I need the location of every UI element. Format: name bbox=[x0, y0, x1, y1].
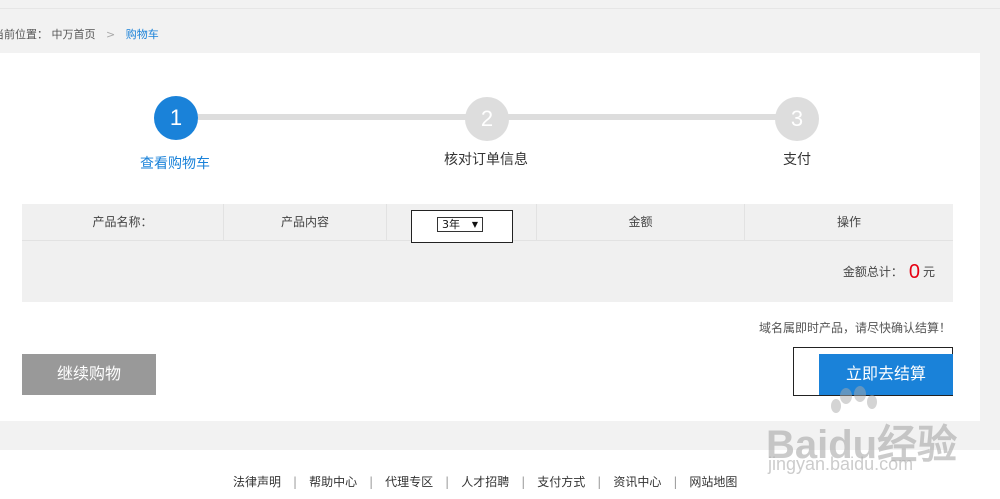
step-2-label: 核对订单信息 bbox=[444, 152, 528, 168]
footer-separator: | bbox=[597, 475, 602, 489]
year-select-value: 3年 bbox=[442, 218, 460, 231]
total-unit: 元 bbox=[922, 265, 935, 279]
total-label: 金额总计： bbox=[842, 265, 903, 279]
step-3-label: 支付 bbox=[783, 152, 811, 168]
footer-link-agent[interactable]: 代理专区 bbox=[385, 475, 433, 489]
footer-link-jobs[interactable]: 人才招聘 bbox=[461, 475, 509, 489]
year-select-highlight: 3年 ▼ bbox=[411, 210, 513, 243]
footer-link-legal[interactable]: 法律声明 bbox=[233, 475, 281, 489]
year-select[interactable]: 3年 ▼ bbox=[437, 217, 483, 232]
step-connector-2 bbox=[508, 114, 780, 120]
footer-separator: | bbox=[369, 475, 374, 489]
top-bar bbox=[0, 0, 1000, 9]
footer-link-news[interactable]: 资讯中心 bbox=[613, 475, 661, 489]
footer-links: 法律声明 | 帮助中心 | 代理专区 | 人才招聘 | 支付方式 | 资讯中心 | 网站地图 bbox=[233, 473, 737, 490]
baidu-jingyan-watermark: Baidu经验 jingyan.baidu.com bbox=[766, 386, 966, 486]
footer-separator: | bbox=[673, 475, 678, 489]
breadcrumb-current: 购物车 bbox=[125, 28, 159, 41]
dropdown-arrow-icon: ▼ bbox=[471, 220, 478, 229]
step-1-label: 查看购物车 bbox=[140, 156, 210, 172]
footer-link-sitemap[interactable]: 网站地图 bbox=[689, 475, 737, 489]
header-amount: 金额 bbox=[628, 215, 653, 229]
breadcrumb-separator: > bbox=[106, 28, 116, 41]
watermark-url: jingyan.baidu.com bbox=[768, 454, 914, 474]
header-product-name: 产品名称： bbox=[92, 215, 153, 229]
checkout-notice: 域名属即时产品，请尽快确认结算！ bbox=[758, 321, 951, 335]
footer-separator: | bbox=[521, 475, 526, 489]
breadcrumb: 当前位置： 中万首页 > 购物车 bbox=[0, 27, 159, 43]
total-amount: 0 bbox=[908, 261, 920, 283]
footer-separator: | bbox=[293, 475, 298, 489]
footer-link-help[interactable]: 帮助中心 bbox=[309, 475, 357, 489]
continue-shopping-button[interactable]: 继续购物 bbox=[22, 354, 156, 395]
breadcrumb-prefix: 当前位置： bbox=[0, 28, 48, 41]
header-action: 操作 bbox=[836, 215, 861, 229]
step-connector-1 bbox=[198, 114, 468, 120]
column-divider bbox=[386, 204, 387, 241]
step-3-circle: 3 bbox=[775, 97, 819, 141]
step-2-circle: 2 bbox=[465, 97, 509, 141]
total-row: 金额总计： 0 元 bbox=[843, 261, 935, 284]
footer-separator: | bbox=[445, 475, 450, 489]
footer-link-payment[interactable]: 支付方式 bbox=[537, 475, 585, 489]
header-product-content: 产品内容 bbox=[280, 215, 329, 229]
step-1-circle: 1 bbox=[154, 96, 198, 140]
cart-table: 产品名称： 产品内容 金额 操作 3年 ▼ 金额总计： 0 元 bbox=[22, 204, 953, 302]
breadcrumb-home-link[interactable]: 中万首页 bbox=[52, 28, 96, 41]
